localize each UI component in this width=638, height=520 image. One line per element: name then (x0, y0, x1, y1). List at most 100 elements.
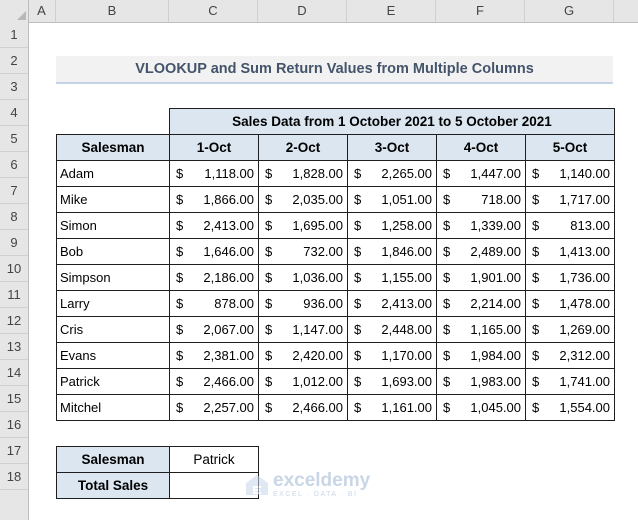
sales-value-cell[interactable]: $1,741.00 (525, 368, 615, 395)
sales-value-cell[interactable]: $1,554.00 (525, 394, 615, 421)
currency-symbol: $ (443, 270, 451, 285)
sales-value-cell[interactable]: $1,828.00 (258, 160, 348, 187)
sales-value-cell[interactable]: $2,420.00 (258, 342, 348, 369)
sales-value-cell[interactable]: $1,170.00 (347, 342, 437, 369)
sales-value-cell[interactable]: $2,466.00 (258, 394, 348, 421)
row-header-10[interactable]: 10 (0, 256, 28, 282)
lookup-salesman-label[interactable]: Salesman (56, 446, 170, 473)
sales-value-cell[interactable]: $732.00 (258, 238, 348, 265)
sales-value-cell[interactable]: $1,478.00 (525, 290, 615, 317)
date-header[interactable]: 2-Oct (258, 134, 348, 161)
sales-value-cell[interactable]: $813.00 (525, 212, 615, 239)
salesman-name-cell[interactable]: Mitchel (56, 394, 170, 421)
sales-value-cell[interactable]: $1,695.00 (258, 212, 348, 239)
date-header[interactable]: 1-Oct (169, 134, 259, 161)
salesman-name-cell[interactable]: Larry (56, 290, 170, 317)
column-header-d[interactable]: D (258, 0, 347, 22)
sales-value-cell[interactable]: $1,161.00 (347, 394, 437, 421)
date-header[interactable]: 3-Oct (347, 134, 437, 161)
date-header[interactable]: 5-Oct (525, 134, 615, 161)
sales-value-cell[interactable]: $1,045.00 (436, 394, 526, 421)
sales-value-cell[interactable]: $1,269.00 (525, 316, 615, 343)
sales-value-cell[interactable]: $1,012.00 (258, 368, 348, 395)
row-header-5[interactable]: 5 (0, 126, 28, 152)
sales-value-cell[interactable]: $2,214.00 (436, 290, 526, 317)
sales-value-cell[interactable]: $2,413.00 (169, 212, 259, 239)
sales-value-cell[interactable]: $1,983.00 (436, 368, 526, 395)
sales-value-cell[interactable]: $1,717.00 (525, 186, 615, 213)
sales-value-cell[interactable]: $1,036.00 (258, 264, 348, 291)
row-header-11[interactable]: 11 (0, 282, 28, 308)
sales-value-cell[interactable]: $2,466.00 (169, 368, 259, 395)
row-header-14[interactable]: 14 (0, 360, 28, 386)
row-header-16[interactable]: 16 (0, 412, 28, 438)
sales-value-cell[interactable]: $2,035.00 (258, 186, 348, 213)
sales-value-cell[interactable]: $1,413.00 (525, 238, 615, 265)
sales-value-cell[interactable]: $1,155.00 (347, 264, 437, 291)
sales-value-cell[interactable]: $1,646.00 (169, 238, 259, 265)
salesman-header[interactable]: Salesman (56, 134, 170, 161)
sales-value-cell[interactable]: $1,866.00 (169, 186, 259, 213)
row-header-3[interactable]: 3 (0, 74, 28, 100)
sales-value-cell[interactable]: $1,140.00 (525, 160, 615, 187)
salesman-name-cell[interactable]: Simpson (56, 264, 170, 291)
sales-value-cell[interactable]: $1,736.00 (525, 264, 615, 291)
column-header-e[interactable]: E (347, 0, 436, 22)
row-header-15[interactable]: 15 (0, 386, 28, 412)
sales-value-cell[interactable]: $2,312.00 (525, 342, 615, 369)
column-header-c[interactable]: C (169, 0, 258, 22)
currency-symbol: $ (443, 166, 451, 181)
row-header-13[interactable]: 13 (0, 334, 28, 360)
sales-value-cell[interactable]: $2,448.00 (347, 316, 437, 343)
sales-value-cell[interactable]: $1,693.00 (347, 368, 437, 395)
sales-value-cell[interactable]: $2,186.00 (169, 264, 259, 291)
row-header-12[interactable]: 12 (0, 308, 28, 334)
row-header-6[interactable]: 6 (0, 152, 28, 178)
sales-value-cell[interactable]: $2,257.00 (169, 394, 259, 421)
sales-value-cell[interactable]: $1,165.00 (436, 316, 526, 343)
sales-value-cell[interactable]: $1,147.00 (258, 316, 348, 343)
salesman-name-cell[interactable]: Mike (56, 186, 170, 213)
sales-value-cell[interactable]: $1,118.00 (169, 160, 259, 187)
sales-value-cell[interactable]: $1,339.00 (436, 212, 526, 239)
sales-value-cell[interactable]: $878.00 (169, 290, 259, 317)
group-header[interactable]: Sales Data from 1 October 2021 to 5 Octo… (169, 108, 615, 135)
column-header-g[interactable]: G (525, 0, 614, 22)
salesman-name-cell[interactable]: Adam (56, 160, 170, 187)
row-header-9[interactable]: 9 (0, 230, 28, 256)
sales-value-cell[interactable]: $1,846.00 (347, 238, 437, 265)
sales-value-cell[interactable]: $1,447.00 (436, 160, 526, 187)
sales-value-cell[interactable]: $1,984.00 (436, 342, 526, 369)
sales-value-cell[interactable]: $936.00 (258, 290, 348, 317)
salesman-name-cell[interactable]: Simon (56, 212, 170, 239)
date-header[interactable]: 4-Oct (436, 134, 526, 161)
sales-value-cell[interactable]: $1,051.00 (347, 186, 437, 213)
sales-value-cell[interactable]: $2,067.00 (169, 316, 259, 343)
lookup-salesman-input[interactable]: Patrick (169, 446, 259, 473)
row-header-7[interactable]: 7 (0, 178, 28, 204)
row-header-8[interactable]: 8 (0, 204, 28, 230)
select-all-corner[interactable] (0, 0, 29, 22)
row-header-2[interactable]: 2 (0, 48, 28, 74)
salesman-name-cell[interactable]: Evans (56, 342, 170, 369)
sales-value-cell[interactable]: $2,381.00 (169, 342, 259, 369)
column-header-b[interactable]: B (56, 0, 169, 22)
salesman-name-cell[interactable]: Patrick (56, 368, 170, 395)
column-header-a[interactable]: A (28, 0, 56, 22)
salesman-name-cell[interactable]: Cris (56, 316, 170, 343)
sales-value-cell[interactable]: $718.00 (436, 186, 526, 213)
total-sales-label[interactable]: Total Sales (56, 472, 170, 499)
column-header-f[interactable]: F (436, 0, 525, 22)
empty-cell[interactable] (57, 109, 170, 135)
sales-value-cell[interactable]: $2,265.00 (347, 160, 437, 187)
salesman-name-cell[interactable]: Bob (56, 238, 170, 265)
sheet-title[interactable]: VLOOKUP and Sum Return Values from Multi… (56, 56, 613, 84)
row-header-4[interactable]: 4 (0, 100, 28, 126)
row-header-1[interactable]: 1 (0, 22, 28, 48)
sales-value-cell[interactable]: $1,258.00 (347, 212, 437, 239)
sales-value-cell[interactable]: $1,901.00 (436, 264, 526, 291)
sales-value-cell[interactable]: $2,489.00 (436, 238, 526, 265)
sales-value-cell[interactable]: $2,413.00 (347, 290, 437, 317)
row-header-18[interactable]: 18 (0, 464, 28, 490)
row-header-17[interactable]: 17 (0, 438, 28, 464)
